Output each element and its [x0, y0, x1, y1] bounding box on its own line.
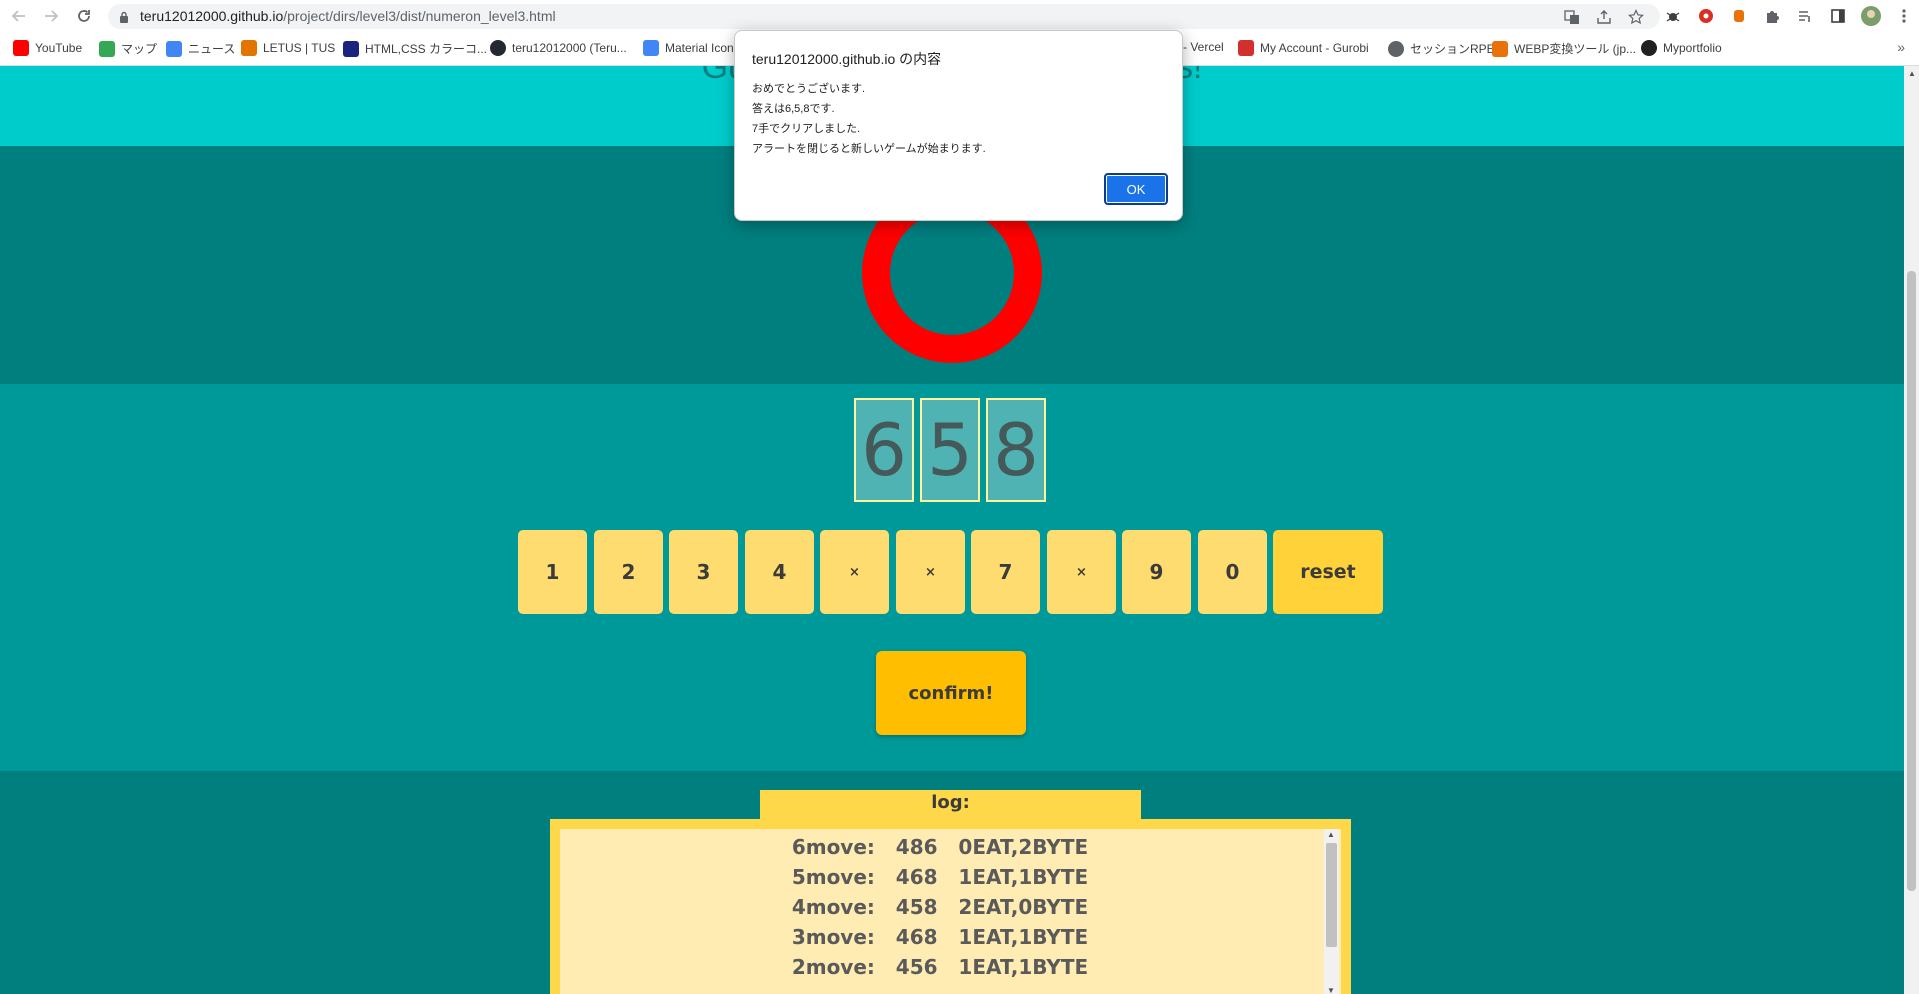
browser-toolbar: teru12012000.github.io/project/dirs/leve…	[0, 0, 1919, 32]
bug-extension-icon[interactable]	[1662, 5, 1684, 27]
record-extension-icon[interactable]	[1695, 5, 1717, 27]
log-title: log:	[760, 790, 1141, 820]
bookmark-news[interactable]: ニュース	[166, 40, 235, 57]
portfolio-icon	[1641, 40, 1657, 56]
digit-slot-3: 8	[986, 398, 1046, 502]
dialog-line: おめでとうございます.	[752, 83, 866, 95]
log-list: 6move: 486 0EAT,2BYTE 5move: 468 1EAT,1B…	[560, 835, 1320, 985]
github-icon	[490, 40, 506, 56]
log-scroll-thumb[interactable]	[1326, 843, 1337, 947]
log-scrollbar[interactable]: ▲ ▼	[1324, 829, 1339, 994]
dialog-line: 7手でクリアしました.	[752, 123, 861, 135]
digit-slot-1: 6	[854, 398, 914, 502]
reading-list-icon[interactable]	[1794, 5, 1816, 27]
badge-extension-icon[interactable]	[1728, 5, 1750, 27]
translate-icon[interactable]	[1562, 7, 1582, 27]
puzzle-icon[interactable]	[1761, 5, 1783, 27]
reload-button[interactable]	[73, 5, 95, 27]
share-icon[interactable]	[1594, 7, 1614, 27]
bookmark-myportfolio[interactable]: Myportfolio	[1641, 40, 1722, 56]
key-1[interactable]: 1	[518, 530, 587, 614]
maps-icon	[99, 40, 115, 57]
log-entry: 2move: 456 1EAT,1BYTE	[791, 955, 1089, 979]
bookmark-session-rpe[interactable]: セッションRPE	[1388, 40, 1495, 57]
key-4[interactable]: 4	[745, 530, 814, 614]
bookmark-material-icon[interactable]: Material Icon	[643, 40, 734, 56]
key-used[interactable]: ×	[1047, 530, 1116, 614]
dialog-title: teru12012000.github.io の内容	[752, 51, 942, 67]
key-9[interactable]: 9	[1122, 530, 1191, 614]
bookmark-youtube[interactable]: YouTube	[13, 40, 82, 56]
log-entry: 4move: 458 2EAT,0BYTE	[791, 895, 1089, 919]
bookmark-maps[interactable]: マップ	[99, 40, 157, 57]
scroll-up-icon[interactable]: ▲	[1327, 830, 1335, 839]
profile-avatar[interactable]	[1860, 5, 1882, 27]
arrow-left-icon	[11, 10, 25, 22]
scroll-up-icon[interactable]: ▲	[1908, 69, 1916, 78]
news-icon	[166, 40, 182, 57]
bookmarks-overflow-icon[interactable]: »	[1897, 39, 1905, 55]
url-text: teru12012000.github.io/project/dirs/leve…	[140, 8, 556, 24]
menu-icon[interactable]	[1893, 5, 1915, 27]
star-icon[interactable]	[1626, 7, 1646, 27]
reload-icon	[78, 10, 90, 22]
globe-icon	[1388, 40, 1404, 57]
confirm-button[interactable]: confirm!	[876, 651, 1026, 735]
page-scrollbar[interactable]: ▲	[1904, 66, 1919, 994]
key-used[interactable]: ×	[820, 530, 889, 614]
key-7[interactable]: 7	[971, 530, 1040, 614]
bookmark-vercel[interactable]: - Vercel	[1183, 40, 1224, 54]
key-2[interactable]: 2	[594, 530, 663, 614]
alert-dialog: teru12012000.github.io の内容 おめでとうございます. 答…	[734, 30, 1183, 221]
key-3[interactable]: 3	[669, 530, 738, 614]
log-panel: 6move: 486 0EAT,2BYTE 5move: 468 1EAT,1B…	[550, 819, 1351, 994]
htmlcss-icon	[343, 40, 359, 57]
back-button[interactable]	[8, 5, 30, 27]
bookmark-webp[interactable]: WEBP変換ツール (jp...	[1492, 40, 1636, 57]
forward-button[interactable]	[40, 5, 62, 27]
dialog-line: 答えは6,5,8です.	[752, 103, 835, 115]
material-icon	[643, 40, 659, 56]
bookmark-github[interactable]: teru12012000 (Teru...	[490, 40, 627, 56]
key-0[interactable]: 0	[1198, 530, 1267, 614]
reset-button[interactable]: reset	[1273, 530, 1383, 614]
key-used[interactable]: ×	[896, 530, 965, 614]
side-panel-icon[interactable]	[1827, 5, 1849, 27]
youtube-icon	[13, 40, 29, 56]
log-entry: 3move: 468 1EAT,1BYTE	[791, 925, 1089, 949]
log-entry: 5move: 468 1EAT,1BYTE	[791, 865, 1089, 889]
arrow-right-icon	[45, 10, 59, 22]
ok-button[interactable]: OK	[1104, 173, 1168, 205]
scroll-down-icon[interactable]: ▼	[1327, 986, 1335, 994]
bookmark-htmlcss[interactable]: HTML,CSS カラーコ...	[343, 40, 487, 57]
digit-slot-2: 5	[920, 398, 980, 502]
gurobi-icon	[1238, 40, 1254, 56]
dialog-message: おめでとうございます. 答えは6,5,8です. 7手でクリアしました. アラート…	[752, 79, 986, 159]
address-bar[interactable]: teru12012000.github.io/project/dirs/leve…	[108, 4, 1660, 29]
dialog-line: アラートを閉じると新しいゲームが始まります.	[752, 143, 986, 155]
log-list-container[interactable]: 6move: 486 0EAT,2BYTE 5move: 468 1EAT,1B…	[560, 829, 1341, 994]
bookmark-letus[interactable]: LETUS | TUS	[241, 40, 335, 56]
lock-icon	[119, 10, 129, 28]
letus-icon	[241, 40, 257, 56]
log-entry: 6move: 486 0EAT,2BYTE	[791, 835, 1089, 859]
bookmark-gurobi[interactable]: My Account - Gurobi	[1238, 40, 1369, 56]
webp-icon	[1492, 40, 1508, 57]
page-scroll-thumb[interactable]	[1907, 271, 1916, 891]
